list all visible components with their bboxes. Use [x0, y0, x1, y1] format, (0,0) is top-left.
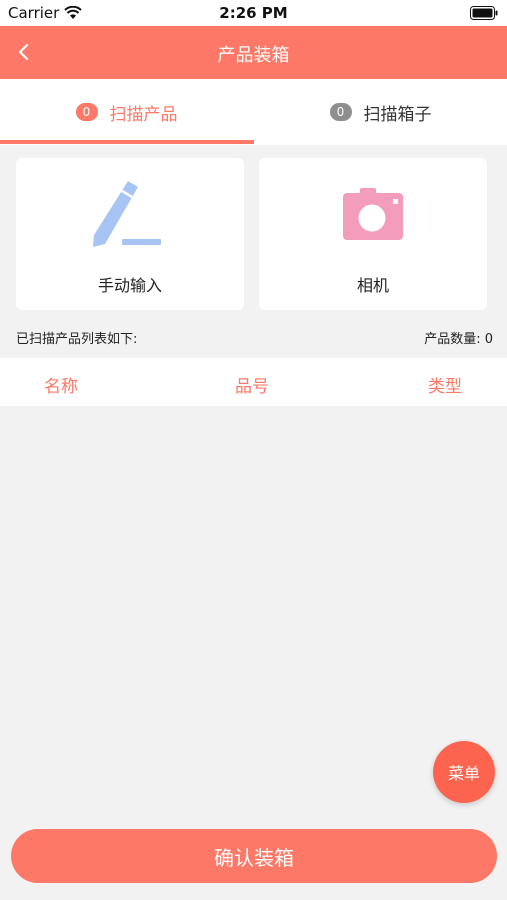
- navigation-bar: 产品装箱: [0, 26, 507, 79]
- tab-scan-products[interactable]: 0 扫描产品: [0, 79, 253, 145]
- tab-scan-boxes[interactable]: 0 扫描箱子: [254, 79, 507, 145]
- menu-fab-button[interactable]: 菜单: [433, 741, 495, 803]
- pencil-icon: [93, 181, 161, 247]
- card-label: 相机: [356, 276, 389, 295]
- status-bar: Carrier 2:26 PM: [0, 0, 507, 26]
- active-tab-indicator: [0, 140, 254, 144]
- table-header: 名称 品号 类型: [0, 358, 507, 406]
- card-icon-wrap: [16, 178, 244, 250]
- card-label: 手动输入: [97, 276, 162, 295]
- clock: 2:26 PM: [219, 4, 288, 22]
- tab-count-badge: 0: [329, 103, 352, 121]
- column-header-code: 品号: [235, 377, 269, 397]
- product-count: 产品数量: 0: [424, 332, 493, 347]
- scanned-list-caption: 已扫描产品列表如下:: [16, 332, 138, 347]
- manual-input-button[interactable]: 手动输入: [16, 158, 244, 310]
- tab-count-badge: 0: [75, 103, 98, 121]
- tab-label: 扫描箱子: [363, 104, 432, 125]
- tab-label: 扫描产品: [109, 104, 178, 125]
- tab-bar: 0 扫描产品 0 扫描箱子: [0, 79, 507, 145]
- camera-button[interactable]: 相机: [259, 158, 487, 310]
- menu-fab-label: 菜单: [447, 764, 480, 783]
- battery-icon: [470, 6, 498, 20]
- column-header-type: 类型: [428, 377, 462, 397]
- column-header-name: 名称: [44, 377, 78, 397]
- camera-icon: [343, 188, 403, 240]
- confirm-packing-button[interactable]: 确认装箱: [11, 829, 497, 883]
- page-title: 产品装箱: [217, 45, 290, 66]
- card-icon-wrap: [259, 178, 487, 250]
- confirm-packing-label: 确认装箱: [214, 845, 294, 870]
